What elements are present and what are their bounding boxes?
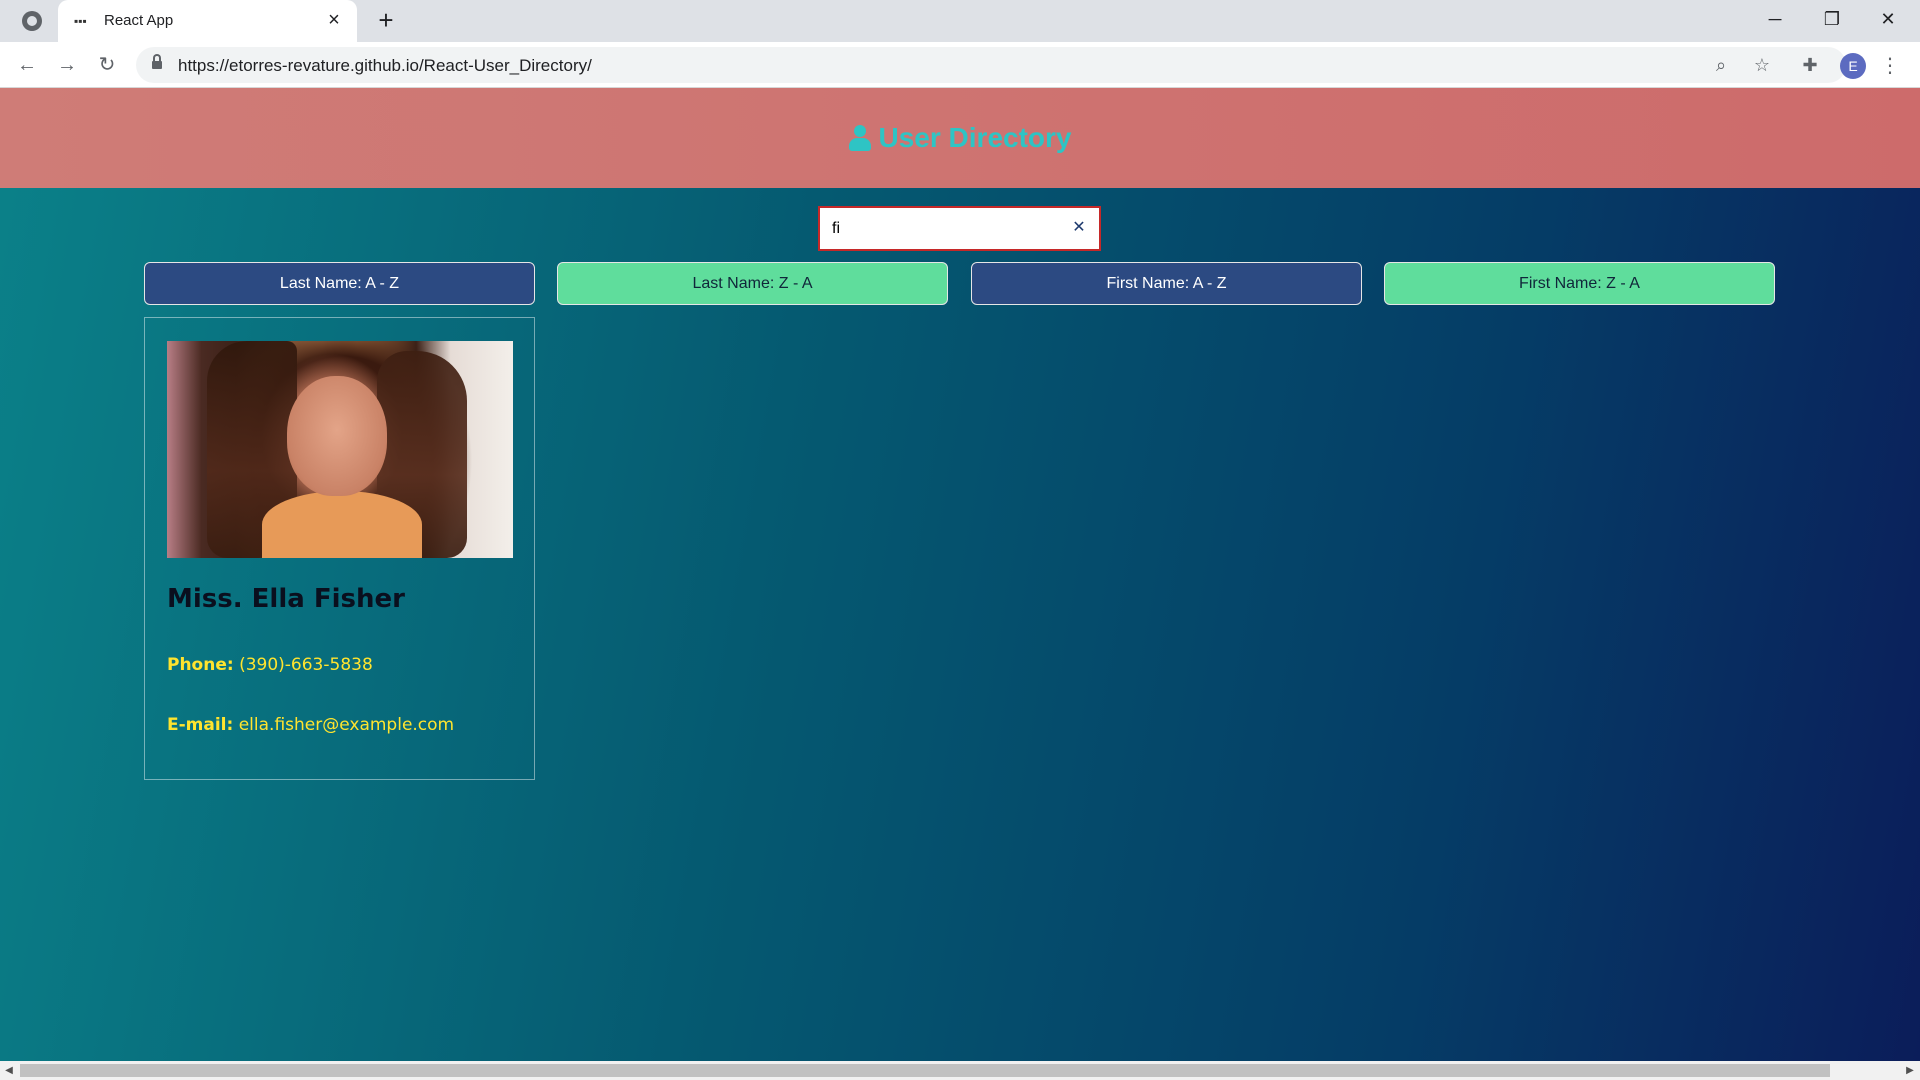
extensions-puzzle-icon[interactable]: ✚: [1800, 55, 1820, 75]
sort-last-name-desc-button[interactable]: Last Name: Z - A: [557, 262, 948, 305]
minimize-icon[interactable]: ─: [1753, 4, 1797, 34]
clear-search-icon[interactable]: ✕: [1069, 218, 1089, 238]
user-card: Miss. Ella Fisher Phone: (390)-663-5838 …: [144, 317, 535, 780]
search-input[interactable]: [832, 219, 1052, 239]
browser-tab-strip: ▪▪▪ React App × + ─ ❐ ✕: [0, 0, 1920, 42]
sort-last-name-asc-button[interactable]: Last Name: A - Z: [144, 262, 535, 305]
user-name: Miss. Ella Fisher: [167, 584, 405, 614]
user-icon: [848, 125, 871, 151]
new-tab-icon[interactable]: +: [373, 7, 399, 33]
window-close-icon[interactable]: ✕: [1866, 4, 1910, 34]
email-value: ella.fisher@example.com: [238, 715, 455, 735]
browser-toolbar: ← → ↻ https://etorres-revature.github.io…: [0, 42, 1920, 88]
tab-close-icon[interactable]: ×: [323, 9, 345, 31]
horizontal-scrollbar[interactable]: ◀ ▶: [0, 1061, 1920, 1080]
reload-icon[interactable]: ↻: [92, 50, 122, 80]
page-viewport: User Directory ✕ Last Name: A - Z Last N…: [0, 88, 1920, 1061]
phone-value: (390)-663-5838: [239, 655, 373, 675]
bookmark-star-icon[interactable]: ☆: [1750, 53, 1774, 77]
address-bar[interactable]: https://etorres-revature.github.io/React…: [136, 47, 1846, 83]
page-title: User Directory: [878, 122, 1072, 153]
lock-icon[interactable]: [152, 54, 162, 71]
user-phone: Phone: (390)-663-5838: [167, 655, 373, 675]
browser-menu-icon[interactable]: ⋮: [1880, 53, 1900, 79]
forward-arrow-icon[interactable]: →: [52, 50, 82, 80]
sort-first-name-desc-button[interactable]: First Name: Z - A: [1384, 262, 1775, 305]
scroll-right-icon[interactable]: ▶: [1903, 1063, 1917, 1078]
browser-tab[interactable]: ▪▪▪ React App ×: [58, 0, 357, 42]
back-arrow-icon[interactable]: ←: [12, 50, 42, 80]
tab-search-icon[interactable]: [22, 11, 42, 31]
restore-icon[interactable]: ❐: [1810, 4, 1854, 34]
user-email: E-mail: ella.fisher@example.com: [167, 715, 454, 735]
tab-title: React App: [104, 12, 174, 29]
profile-avatar[interactable]: E: [1840, 53, 1866, 79]
scrollbar-thumb[interactable]: [20, 1064, 1830, 1077]
url-text[interactable]: https://etorres-revature.github.io/React…: [178, 56, 592, 76]
email-label: E-mail:: [167, 715, 234, 735]
react-favicon-icon: ▪▪▪: [74, 14, 87, 28]
app-header: User Directory: [0, 88, 1920, 188]
scroll-left-icon[interactable]: ◀: [2, 1063, 16, 1078]
zoom-icon[interactable]: ⌕: [1709, 53, 1733, 77]
search-field[interactable]: ✕: [818, 206, 1101, 251]
phone-label: Phone:: [167, 655, 234, 675]
user-photo: [167, 341, 513, 558]
sort-first-name-asc-button[interactable]: First Name: A - Z: [971, 262, 1362, 305]
